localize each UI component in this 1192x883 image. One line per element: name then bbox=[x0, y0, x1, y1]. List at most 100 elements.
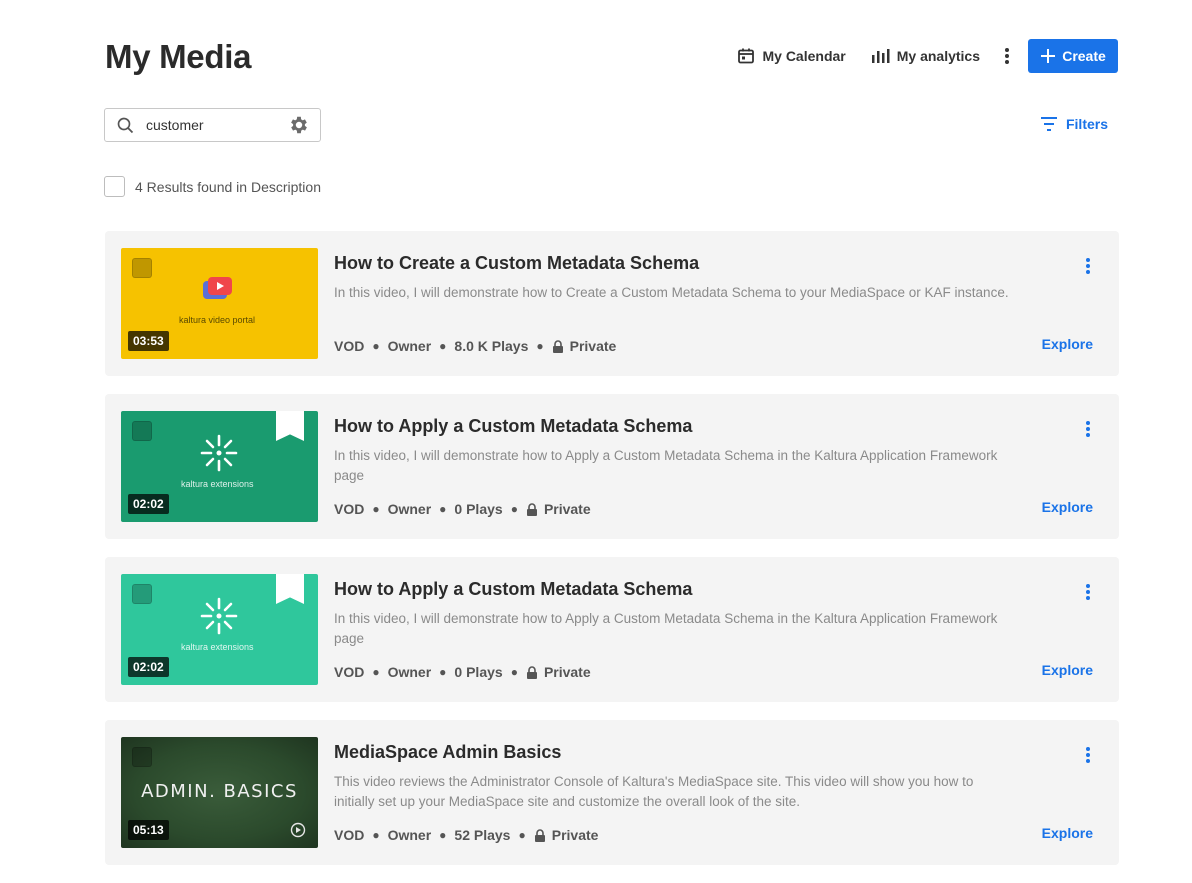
separator-dot: ● bbox=[372, 339, 380, 353]
media-title[interactable]: How to Apply a Custom Metadata Schema bbox=[334, 579, 692, 600]
media-plays: 0 Plays bbox=[454, 664, 503, 680]
item-more-options-icon[interactable] bbox=[1085, 257, 1091, 280]
separator-dot: ● bbox=[536, 339, 544, 353]
more-options-icon[interactable] bbox=[1004, 47, 1010, 65]
media-role: Owner bbox=[387, 664, 432, 680]
duration-badge: 02:02 bbox=[128, 657, 169, 677]
item-more-options-icon[interactable] bbox=[1085, 420, 1091, 443]
item-more-options-icon[interactable] bbox=[1085, 583, 1091, 606]
media-plays: 52 Plays bbox=[454, 827, 511, 843]
select-all-checkbox[interactable] bbox=[104, 176, 125, 197]
search-box bbox=[104, 108, 321, 142]
spinner-logo-icon bbox=[200, 434, 238, 472]
media-item: ADMIN. BASICS 05:13 MediaSpace Admin Bas… bbox=[105, 720, 1119, 865]
media-list: kaltura video portal 03:53 How to Create… bbox=[105, 231, 1119, 883]
media-item: kaltura extensions 02:02 How to Apply a … bbox=[105, 394, 1119, 539]
item-more-options-icon[interactable] bbox=[1085, 746, 1091, 769]
separator-dot: ● bbox=[439, 828, 447, 842]
separator-dot: ● bbox=[439, 502, 447, 516]
duration-badge: 02:02 bbox=[128, 494, 169, 514]
thumbnail-badge bbox=[132, 258, 152, 278]
media-meta: VOD ● Owner ● 0 Plays ● Private bbox=[334, 664, 591, 680]
search-input[interactable] bbox=[144, 116, 288, 134]
media-type: VOD bbox=[334, 664, 365, 680]
spinner-logo-icon bbox=[200, 597, 238, 635]
gear-icon[interactable] bbox=[288, 114, 310, 136]
thumbnail-brand: kaltura extensions bbox=[181, 479, 254, 489]
media-meta: VOD ● Owner ● 8.0 K Plays ● Private bbox=[334, 338, 616, 354]
calendar-icon bbox=[738, 48, 755, 64]
thumbnail-badge bbox=[132, 421, 152, 441]
separator-dot: ● bbox=[518, 828, 526, 842]
media-type: VOD bbox=[334, 501, 365, 517]
separator-dot: ● bbox=[510, 665, 518, 679]
separator-dot: ● bbox=[439, 339, 447, 353]
separator-dot: ● bbox=[372, 665, 380, 679]
media-role: Owner bbox=[387, 827, 432, 843]
my-calendar-link[interactable]: My Calendar bbox=[737, 47, 846, 65]
separator-dot: ● bbox=[439, 665, 447, 679]
thumbnail-brand: kaltura extensions bbox=[181, 642, 254, 652]
media-privacy: Private bbox=[543, 664, 591, 680]
explore-link[interactable]: Explore bbox=[1042, 662, 1093, 678]
results-text: 4 Results found in Description bbox=[135, 178, 321, 195]
media-title[interactable]: How to Create a Custom Metadata Schema bbox=[334, 253, 699, 274]
lock-icon bbox=[526, 502, 538, 516]
media-privacy: Private bbox=[551, 827, 599, 843]
thumbnail-text: ADMIN. BASICS bbox=[141, 781, 298, 802]
media-title[interactable]: How to Apply a Custom Metadata Schema bbox=[334, 416, 692, 437]
lock-icon bbox=[534, 828, 546, 842]
explore-link[interactable]: Explore bbox=[1042, 825, 1093, 841]
results-summary: 4 Results found in Description bbox=[104, 176, 321, 197]
media-role: Owner bbox=[387, 338, 432, 354]
media-type: VOD bbox=[334, 338, 365, 354]
my-analytics-link[interactable]: My analytics bbox=[870, 47, 980, 65]
media-plays: 8.0 K Plays bbox=[454, 338, 529, 354]
media-thumbnail[interactable]: kaltura extensions 02:02 bbox=[121, 411, 318, 522]
media-description: In this video, I will demonstrate how to… bbox=[334, 285, 1009, 300]
top-actions: My Calendar My analytics Create bbox=[737, 39, 1118, 73]
analytics-icon bbox=[871, 49, 890, 63]
media-description: In this video, I will demonstrate how to… bbox=[334, 448, 998, 483]
media-privacy: Private bbox=[543, 501, 591, 517]
play-logo-icon bbox=[290, 822, 306, 838]
search-icon bbox=[117, 117, 134, 133]
duration-badge: 03:53 bbox=[128, 331, 169, 351]
media-meta: VOD ● Owner ● 0 Plays ● Private bbox=[334, 501, 591, 517]
separator-dot: ● bbox=[372, 502, 380, 516]
page-title: My Media bbox=[105, 38, 252, 75]
my-calendar-label: My Calendar bbox=[762, 48, 846, 64]
play-logo-icon bbox=[203, 277, 232, 299]
media-title[interactable]: MediaSpace Admin Basics bbox=[334, 742, 561, 763]
plus-icon bbox=[1041, 49, 1056, 63]
my-analytics-label: My analytics bbox=[896, 48, 980, 64]
create-button[interactable]: Create bbox=[1028, 39, 1118, 73]
media-meta: VOD ● Owner ● 52 Plays ● Private bbox=[334, 827, 598, 843]
lock-icon bbox=[526, 665, 538, 679]
separator-dot: ● bbox=[372, 828, 380, 842]
filter-icon bbox=[1040, 117, 1057, 131]
thumbnail-badge bbox=[132, 584, 152, 604]
media-item: kaltura extensions 02:02 How to Apply a … bbox=[105, 557, 1119, 702]
media-description: This video reviews the Administrator Con… bbox=[334, 774, 974, 809]
media-thumbnail[interactable]: kaltura extensions 02:02 bbox=[121, 574, 318, 685]
media-privacy: Private bbox=[569, 338, 617, 354]
media-plays: 0 Plays bbox=[454, 501, 503, 517]
media-description: In this video, I will demonstrate how to… bbox=[334, 611, 998, 646]
ribbon-badge bbox=[276, 574, 304, 604]
filters-label: Filters bbox=[1065, 116, 1108, 132]
media-item: kaltura video portal 03:53 How to Create… bbox=[105, 231, 1119, 376]
explore-link[interactable]: Explore bbox=[1042, 336, 1093, 352]
media-thumbnail[interactable]: kaltura video portal 03:53 bbox=[121, 248, 318, 359]
separator-dot: ● bbox=[510, 502, 518, 516]
lock-icon bbox=[552, 339, 564, 353]
media-role: Owner bbox=[387, 501, 432, 517]
create-label: Create bbox=[1062, 48, 1106, 64]
filters-button[interactable]: Filters bbox=[1040, 116, 1108, 132]
thumbnail-brand: kaltura video portal bbox=[179, 315, 256, 325]
media-type: VOD bbox=[334, 827, 365, 843]
explore-link[interactable]: Explore bbox=[1042, 499, 1093, 515]
ribbon-badge bbox=[276, 411, 304, 441]
thumbnail-badge bbox=[132, 747, 152, 767]
media-thumbnail[interactable]: ADMIN. BASICS 05:13 bbox=[121, 737, 318, 848]
